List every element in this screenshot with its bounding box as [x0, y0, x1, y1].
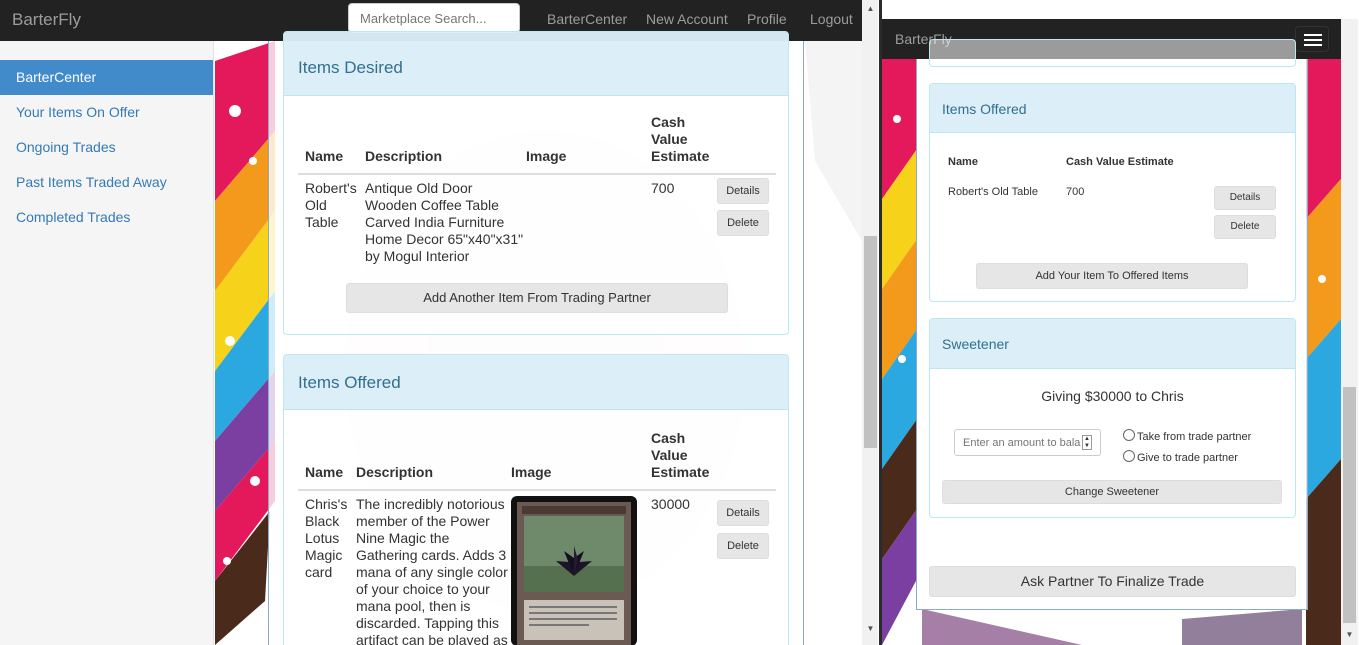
items-offered-heading: Items Offered: [930, 84, 1295, 133]
marketplace-search-input[interactable]: [348, 3, 520, 33]
hamburger-menu-icon[interactable]: [1295, 26, 1329, 52]
sidebar-item-your-items-on-offer[interactable]: Your Items On Offer: [0, 95, 213, 130]
page-scrollbar[interactable]: ▲ ▼: [862, 0, 878, 645]
amount-stepper-icon[interactable]: ▲ ▼: [1082, 435, 1092, 450]
sidebar-item-completed-trades[interactable]: Completed Trades: [0, 200, 213, 235]
item-cash-value: 700: [651, 180, 675, 196]
sweetener-heading: Sweetener: [930, 319, 1295, 369]
items-offered-heading: Items Offered: [284, 355, 788, 410]
window-top-strip: [882, 0, 1359, 19]
item-description: Antique Old Door Wooden Coffee Table Car…: [365, 180, 524, 264]
table-header-divider: [298, 173, 776, 175]
main-content: Items Offered Name Cash Value Estimate R…: [916, 39, 1308, 610]
sidebar-item-past-items-traded-away[interactable]: Past Items Traded Away: [0, 165, 213, 200]
column-header-name: Name: [305, 464, 344, 480]
brand-logo[interactable]: BarterFly: [12, 10, 81, 30]
main-content: Items Desired Name Description Image Cas…: [268, 31, 804, 645]
previous-panel-bottom: [929, 39, 1296, 67]
details-button[interactable]: Details: [717, 500, 769, 526]
delete-button[interactable]: Delete: [1214, 215, 1276, 239]
items-desired-heading: Items Desired: [284, 32, 788, 96]
left-browser-window: BarterFly BarterCenter New Account Profi…: [0, 0, 878, 645]
add-item-to-offered-button[interactable]: Add Your Item To Offered Items: [976, 263, 1248, 289]
item-description: The incredibly notorious member of the P…: [356, 496, 508, 645]
item-name: Robert's Old Table: [305, 180, 357, 230]
scroll-down-arrow-icon[interactable]: ▼: [862, 620, 878, 637]
column-header-image: Image: [511, 464, 552, 480]
nav-link-logout[interactable]: Logout: [810, 11, 853, 27]
page-scrollbar[interactable]: ▼: [1341, 19, 1358, 645]
sweetener-option-take[interactable]: Take from trade partner: [1123, 429, 1251, 443]
sweetener-amount-input[interactable]: [955, 430, 1081, 455]
column-header-image: Image: [526, 148, 567, 164]
items-offered-panel: Items Offered Name Cash Value Estimate R…: [929, 83, 1296, 302]
sweetener-giving-text: Giving $30000 to Chris: [1041, 388, 1184, 404]
delete-button[interactable]: Delete: [717, 533, 769, 559]
column-header-name: Name: [305, 148, 344, 164]
nav-link-profile[interactable]: Profile: [747, 11, 787, 27]
delete-button[interactable]: Delete: [717, 210, 769, 236]
column-header-description: Description: [365, 148, 443, 164]
ask-partner-finalize-button[interactable]: Ask Partner To Finalize Trade: [929, 566, 1296, 597]
black-lotus-card-image: [511, 496, 637, 645]
sidebar-item-bartercenter[interactable]: BarterCenter: [0, 60, 213, 95]
column-header-cash-value: Cash Value Estimate: [1066, 156, 1174, 168]
add-item-from-partner-button[interactable]: Add Another Item From Trading Partner: [346, 283, 728, 313]
column-header-cash-value: Cash Value Estimate: [651, 430, 710, 480]
sweetener-option-give[interactable]: Give to trade partner: [1123, 450, 1238, 464]
scrollbar-thumb[interactable]: [1343, 387, 1356, 623]
table-header-divider: [298, 489, 776, 491]
column-header-description: Description: [356, 464, 434, 480]
details-button[interactable]: Details: [717, 178, 769, 204]
sweetener-amount-field[interactable]: ▲▼: [954, 429, 1101, 456]
item-name: Chris's Black Lotus Magic card: [305, 496, 348, 580]
details-button[interactable]: Details: [1214, 186, 1276, 210]
item-cash-value: 30000: [651, 496, 690, 512]
column-header-cash-value: Cash Value Estimate: [651, 114, 710, 164]
items-offered-panel: Items Offered Name Description Image Cas…: [283, 354, 789, 645]
sweetener-panel: Sweetener Giving $30000 to Chris ▲▼ Take…: [929, 318, 1296, 518]
item-name: Robert's Old Table: [948, 186, 1038, 198]
radio-give-icon[interactable]: [1123, 450, 1135, 462]
nav-link-bartercenter[interactable]: BarterCenter: [547, 11, 627, 27]
sidebar: BarterCenter Your Items On Offer Ongoing…: [0, 41, 214, 645]
item-cash-value: 700: [1066, 186, 1085, 198]
scroll-down-arrow-icon[interactable]: ▼: [1341, 626, 1358, 643]
items-desired-panel: Items Desired Name Description Image Cas…: [283, 31, 789, 335]
scrollbar-thumb[interactable]: [864, 236, 877, 448]
radio-take-icon[interactable]: [1123, 429, 1135, 441]
right-browser-window: BarterFly Items Offered Name Cash Value …: [882, 0, 1359, 645]
column-header-name: Name: [948, 156, 978, 168]
sidebar-item-ongoing-trades[interactable]: Ongoing Trades: [0, 130, 213, 165]
nav-link-new-account[interactable]: New Account: [646, 11, 728, 27]
change-sweetener-button[interactable]: Change Sweetener: [942, 480, 1282, 504]
scroll-up-arrow-icon[interactable]: ▲: [862, 0, 878, 17]
